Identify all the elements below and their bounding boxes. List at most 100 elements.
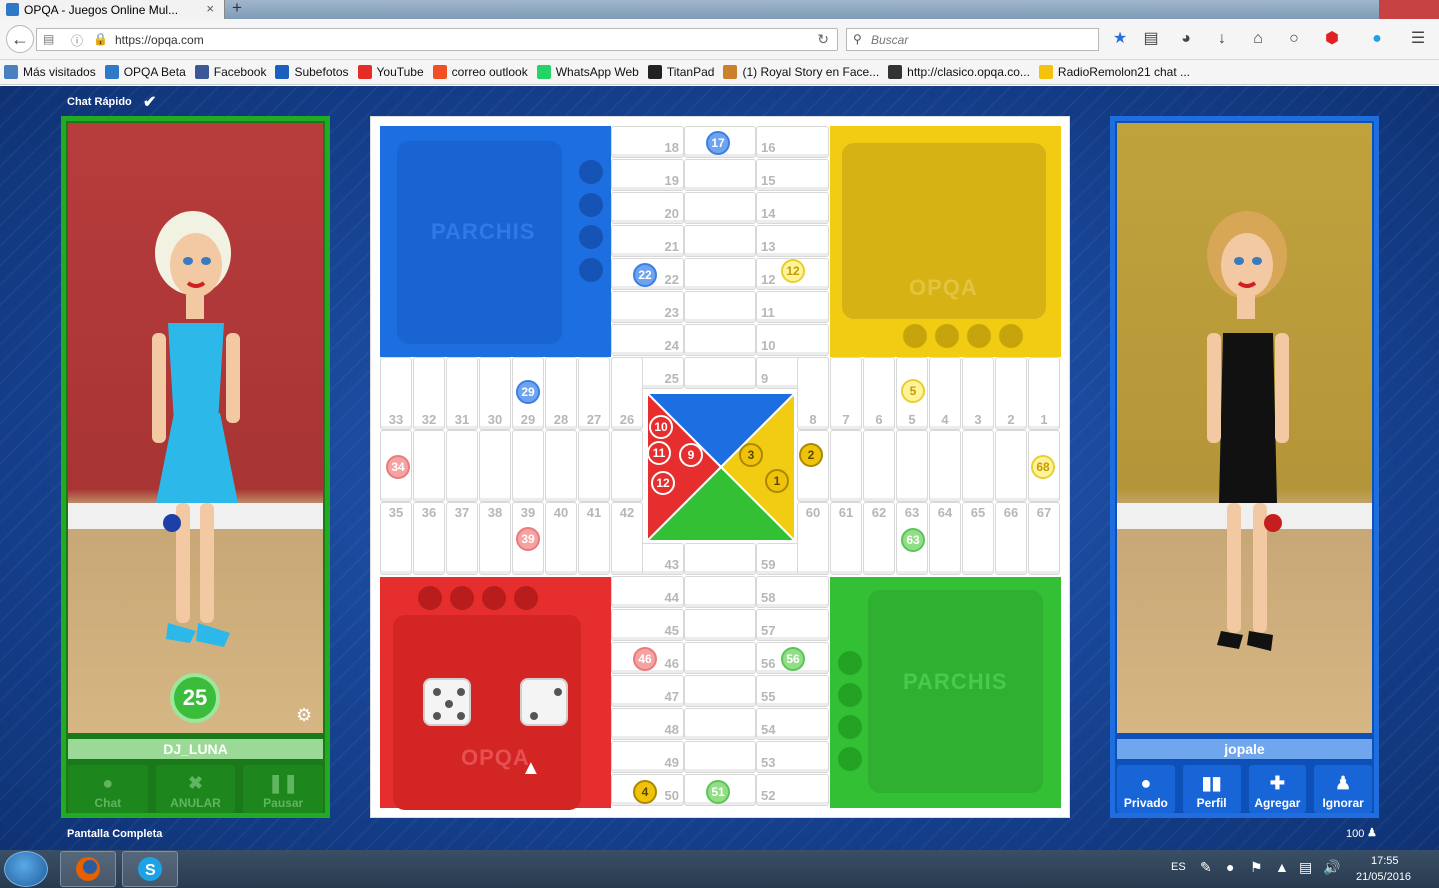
left-player-avatar[interactable] [138,203,258,673]
board-cell: 58 [756,576,829,608]
green-home-dot [838,651,862,675]
start-button[interactable] [4,851,48,887]
game-piece[interactable]: 2 [799,443,823,467]
opqa-favicon-icon [6,3,19,16]
menu-icon[interactable]: ☰ [1408,29,1428,49]
reload-icon[interactable]: ↻ [817,31,829,48]
game-piece[interactable]: 46 [633,647,657,671]
game-piece[interactable]: 34 [386,455,410,479]
bookmark-star-icon[interactable]: ★ [1110,29,1130,49]
settings-gear-icon[interactable]: ⚙ [296,705,312,726]
right-player-name: jopale [1117,739,1372,759]
game-piece[interactable]: 22 [633,263,657,287]
download-icon[interactable]: ↓ [1212,29,1232,49]
game-piece[interactable]: 68 [1031,455,1055,479]
pausar-button[interactable]: ❚❚ Pausar [243,765,324,813]
pantalla-completa-link[interactable]: Pantalla Completa [67,828,162,840]
reading-list-icon[interactable]: ▤ [1141,29,1161,49]
bookmark-item[interactable]: Más visitados [4,65,96,79]
game-piece[interactable]: 39 [516,527,540,551]
red-home-dot [450,586,474,610]
die[interactable] [423,678,471,726]
yellow-home-dot [935,324,959,348]
game-piece[interactable]: 11 [647,441,671,465]
volume-icon[interactable]: 🔊 [1323,859,1340,876]
bookmark-item[interactable]: TitanPad [647,65,714,79]
game-piece[interactable]: 63 [901,528,925,552]
board-cell: 37 [446,502,478,575]
board-cell: 31 [446,357,478,430]
privado-button[interactable]: ● Privado [1117,765,1175,813]
bookmark-item[interactable]: Subefotos [275,65,349,79]
game-piece[interactable]: 1 [765,469,789,493]
bookmark-item[interactable]: http://clasico.opqa.co... [888,65,1030,79]
tray-app-icon[interactable]: ● [1226,859,1234,875]
search-bar[interactable]: ⚲ [846,28,1099,51]
bookmark-item[interactable]: WhatsApp Web [536,65,639,79]
pen-icon[interactable]: ✎ [1200,859,1212,876]
chat-rapido-label[interactable]: Chat Rápido [67,96,132,108]
home-icon[interactable]: ⌂ [1248,29,1268,49]
skype-icon[interactable]: ● [1367,29,1387,49]
blue-home-dot [579,225,603,249]
game-piece[interactable]: 51 [706,780,730,804]
chat-icon[interactable]: ○ [1284,29,1304,49]
anular-button[interactable]: ✖ ANULAR [155,765,236,813]
lock-icon: 🔒 [93,32,108,46]
board-cell c-yel [863,430,895,502]
back-button[interactable]: ← [6,25,34,53]
game-piece[interactable]: 4 [633,780,657,804]
bookmark-item[interactable]: correo outlook [432,65,528,79]
perfil-button[interactable]: ▮▮ Perfil [1182,765,1241,813]
game-piece[interactable]: 17 [706,131,730,155]
board-cell: 19 [611,159,684,191]
language-indicator[interactable]: ES [1171,861,1186,873]
search-input[interactable] [871,31,1091,48]
right-player-avatar[interactable] [1189,203,1309,673]
die[interactable] [520,678,568,726]
board-cell: 13 [756,225,829,257]
browser-tab[interactable]: OPQA - Juegos Online Mul... × [0,0,225,19]
game-piece[interactable]: 5 [901,379,925,403]
pocket-icon[interactable]: ◕ [1176,29,1196,49]
red-home-dot [514,586,538,610]
bookmark-item[interactable]: (1) Royal Story en Face... [723,65,879,79]
skype-taskbar-button[interactable]: S [122,851,178,887]
url-bar[interactable]: ▤ ⓘ 🔒 https://opqa.com ↻ [36,28,838,51]
adblock-icon[interactable]: ⬢ [1322,29,1342,49]
url-text[interactable]: https://opqa.com [115,33,204,47]
agregar-button[interactable]: ✚ Agregar [1248,765,1307,813]
info-icon[interactable]: ⓘ [71,32,83,49]
bookmark-label: correo outlook [451,65,528,79]
clock-time[interactable]: 17:55 [1371,855,1399,867]
tray-update-icon[interactable]: ▲ [1275,859,1289,875]
game-piece[interactable]: 56 [781,647,805,671]
new-tab-button[interactable]: + [232,0,242,18]
tray-flag-icon[interactable]: ⚑ [1250,859,1263,876]
bookmark-item[interactable]: OPQA Beta [104,65,186,79]
game-piece[interactable]: 10 [649,415,673,439]
window-close-button[interactable] [1379,0,1439,19]
clock-date[interactable]: 21/05/2016 [1356,871,1411,883]
game-piece[interactable]: 3 [739,443,763,467]
board-cell: 54 [756,708,829,740]
ignorar-button[interactable]: ♟ Ignorar [1314,765,1372,813]
checkmark-icon[interactable]: ✔ [143,92,156,112]
game-piece[interactable]: 12 [781,259,805,283]
chat-button[interactable]: ● Chat [68,765,148,813]
game-piece[interactable]: 9 [679,443,703,467]
history-icon[interactable]: ▤ [43,32,54,46]
right-avatar-scene [1117,123,1372,733]
network-icon[interactable]: ▤ [1299,859,1312,876]
bookmark-item[interactable]: RadioRemolon21 chat ... [1038,65,1190,79]
game-piece[interactable]: 29 [516,380,540,404]
board-cell: 24 [611,324,684,356]
tab-close-icon[interactable]: × [206,1,214,16]
board-cell c-grn [684,642,756,674]
bookmark-item[interactable]: Facebook [194,65,266,79]
firefox-taskbar-button[interactable] [60,851,116,887]
board-cell: 41 [578,502,610,575]
bookmark-item[interactable]: YouTube [357,65,424,79]
chevron-up-icon[interactable]: ▲ [521,757,541,780]
game-piece[interactable]: 12 [651,471,675,495]
